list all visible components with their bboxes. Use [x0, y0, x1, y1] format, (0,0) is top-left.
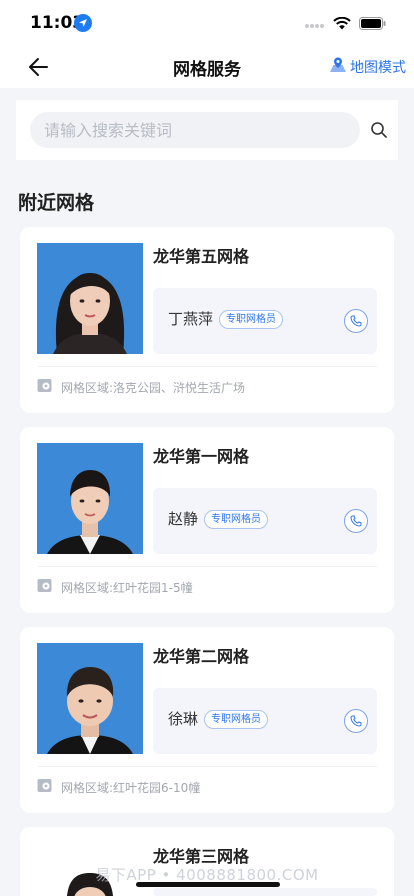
grid-card[interactable]: 龙华第五网格 丁燕萍 专职网格员 网格区域:洛克公园、浒悦生活广场: [20, 227, 394, 413]
search-input[interactable]: [44, 120, 344, 140]
grid-area-text: 网格区域:洛克公园、浒悦生活广场: [61, 381, 246, 395]
map-mode-label: 地图模式: [350, 60, 406, 76]
map-mode-button[interactable]: 地图模式: [329, 56, 406, 78]
search-bar: [16, 100, 398, 160]
area-location-icon: [37, 578, 52, 597]
search-icon[interactable]: [370, 121, 388, 139]
divider: [37, 566, 377, 567]
grid-area-row: 网格区域:红叶花园6-10幢: [37, 778, 200, 797]
phone-call-button[interactable]: [344, 509, 368, 533]
staff-info: 徐琳 专职网格员: [153, 688, 377, 754]
search-field[interactable]: [30, 112, 360, 148]
grid-area-text: 网格区域:红叶花园6-10幢: [61, 781, 201, 795]
grid-area-row: 网格区域:洛克公园、浒悦生活广场: [37, 378, 245, 397]
role-badge: 专职网格员: [219, 310, 283, 329]
staff-photo: [37, 643, 143, 754]
map-pin-icon: [329, 56, 347, 78]
home-indicator: [136, 882, 280, 887]
phone-icon: [350, 315, 362, 327]
divider: [37, 766, 377, 767]
staff-info: 赵静 专职网格员: [153, 488, 377, 554]
location-arrow-icon: [74, 14, 92, 32]
staff-name: 赵静: [168, 510, 199, 528]
grid-card[interactable]: 龙华第二网格 徐琳 专职网格员 网格区域:红叶花园6-10幢: [20, 627, 394, 813]
phone-icon: [350, 715, 362, 727]
grid-area-text: 网格区域:红叶花园1-5幢: [61, 581, 193, 595]
navigation-bar: 网格服务 地图模式: [0, 46, 414, 88]
role-badge: 专职网格员: [204, 710, 268, 729]
area-location-icon: [37, 378, 52, 397]
phone-call-button[interactable]: [344, 709, 368, 733]
wifi-icon: [333, 15, 351, 34]
staff-name: 丁燕萍: [168, 310, 214, 328]
grid-name: 龙华第二网格: [153, 647, 250, 666]
staff-name: 徐琳: [168, 710, 199, 728]
role-badge: 专职网格员: [204, 510, 268, 529]
grid-area-row: 网格区域:红叶花园1-5幢: [37, 578, 193, 597]
staff-photo: [37, 443, 143, 554]
phone-icon: [350, 515, 362, 527]
status-icons: [305, 15, 386, 34]
grid-name: 龙华第五网格: [153, 247, 250, 266]
phone-call-button[interactable]: [344, 309, 368, 333]
divider: [37, 366, 377, 367]
staff-info: 丁燕萍 专职网格员: [153, 288, 377, 354]
staff-info: [153, 888, 377, 896]
staff-photo: [37, 243, 143, 354]
battery-icon: [359, 15, 386, 34]
signal-dots-icon: [305, 15, 325, 34]
status-bar: 11:03: [0, 0, 414, 46]
grid-card[interactable]: 龙华第一网格 赵静 专职网格员 网格区域:红叶花园1-5幢: [20, 427, 394, 613]
area-location-icon: [37, 778, 52, 797]
section-title: 附近网格: [18, 192, 95, 214]
grid-name: 龙华第一网格: [153, 447, 250, 466]
